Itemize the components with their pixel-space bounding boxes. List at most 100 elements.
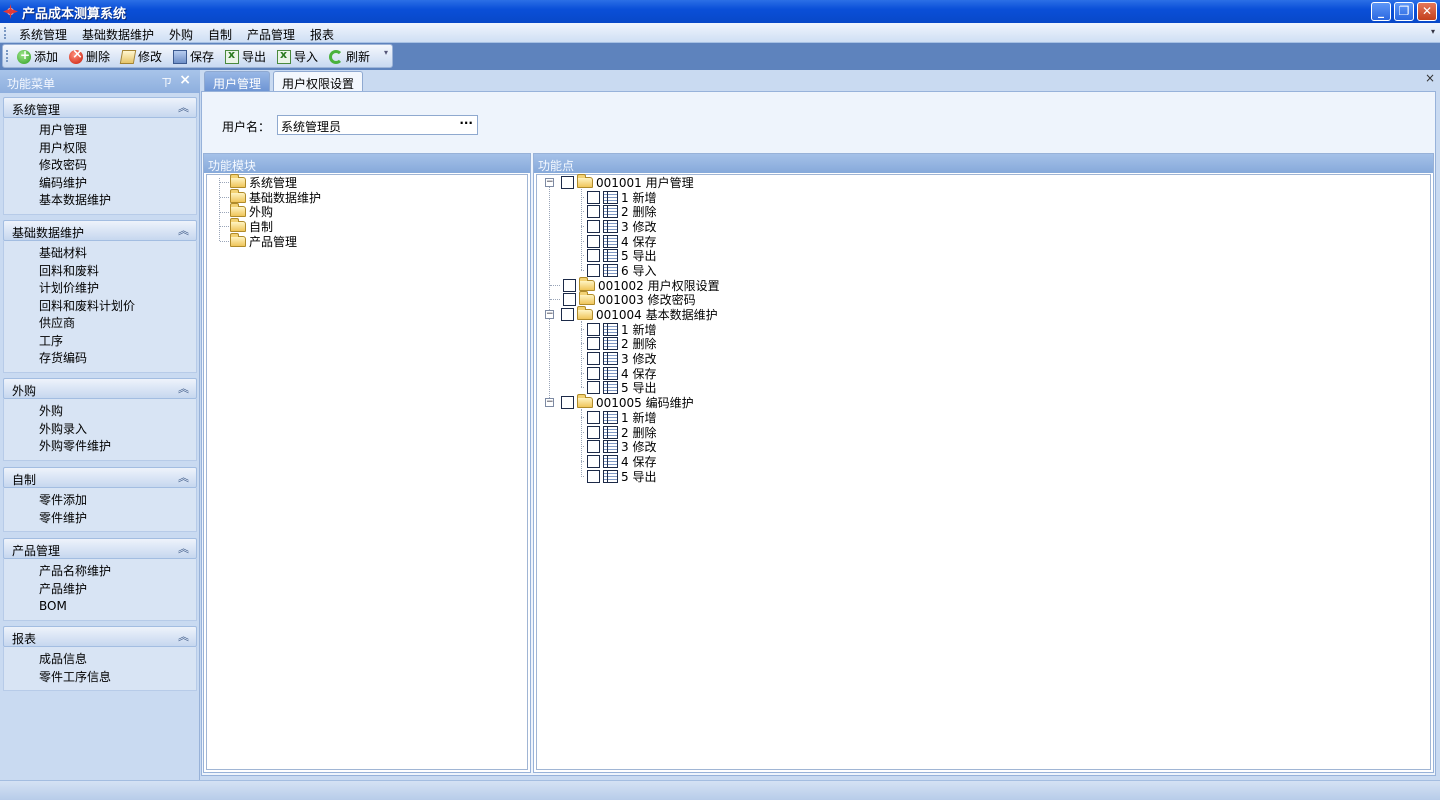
nav-item-basic-material[interactable]: 基础材料 [39,245,196,263]
collapse-tree-icon[interactable]: − [545,310,554,319]
form-icon [603,205,618,218]
function-checkbox[interactable] [587,440,600,453]
tab-user-permission-settings[interactable]: 用户权限设置 [273,71,364,91]
module-node[interactable]: 外购 [230,203,273,219]
collapse-tree-icon[interactable]: − [545,398,554,407]
import-label: 导入 [294,50,319,64]
delete-button[interactable]: 删除 [69,47,110,65]
menu-self-made[interactable]: 自制 [206,25,234,44]
collapse-icon[interactable]: ︽ [178,380,189,396]
nav-item-product-name[interactable]: 产品名称维护 [39,563,196,581]
function-child: 2 删除 [581,204,656,219]
close-button[interactable]: ✕ [1417,2,1437,21]
function-checkbox[interactable] [587,191,600,204]
nav-item-product-maintenance[interactable]: 产品维护 [39,581,196,599]
nav-item-change-password[interactable]: 修改密码 [39,157,196,175]
function-checkbox[interactable] [587,220,600,233]
module-node[interactable]: 系统管理 [230,174,297,190]
nav-item-user-management[interactable]: 用户管理 [39,122,196,140]
nav-item-plan-price[interactable]: 计划价维护 [39,280,196,298]
tab-user-management[interactable]: 用户管理 [204,71,271,91]
import-button[interactable]: 导入 [277,48,318,65]
functions-tree: − 001001 用户管理 1 新增 2 删除 3 修改 4 保存 5 导出 6… [536,174,1431,770]
add-button[interactable]: 添加 [17,48,58,65]
nav-group-header[interactable]: 基础数据维护 ︽ [3,220,197,241]
function-checkbox[interactable] [587,426,600,439]
edit-button[interactable]: 修改 [119,48,162,65]
menubar-overflow-icon[interactable]: ▾ [1431,27,1435,36]
function-checkbox[interactable] [587,411,600,424]
function-checkbox[interactable] [587,264,600,277]
menu-basic-data[interactable]: 基础数据维护 [80,25,156,44]
nav-item-supplier[interactable]: 供应商 [39,315,196,333]
export-excel-icon [225,48,239,64]
nav-item-basic-data-maintenance[interactable]: 基本数据维护 [39,192,196,210]
app-icon [3,4,18,19]
nav-item-purchase-parts[interactable]: 外购零件维护 [39,438,196,456]
collapse-icon[interactable]: ︽ [178,99,189,115]
function-checkbox[interactable] [587,367,600,380]
function-checkbox[interactable] [587,455,600,468]
panel-close-icon[interactable]: × [179,72,191,88]
nav-item-return-scrap-plan-price[interactable]: 回料和废料计划价 [39,298,196,316]
nav-item-return-scrap[interactable]: 回料和废料 [39,263,196,281]
refresh-button[interactable]: 刷新 [329,48,370,65]
nav-item-inventory-code[interactable]: 存货编码 [39,350,196,368]
refresh-icon [329,49,343,64]
nav-group-header[interactable]: 系统管理 ︽ [3,97,197,118]
menu-purchase[interactable]: 外购 [167,25,195,44]
pin-icon[interactable]: ㄗ [161,74,172,90]
minimize-button[interactable]: _ [1371,2,1391,21]
collapse-icon[interactable]: ︽ [178,628,189,644]
nav-item-purchase-entry[interactable]: 外购录入 [39,421,196,439]
nav-group-header[interactable]: 产品管理 ︽ [3,538,197,559]
nav-group-header[interactable]: 报表 ︽ [3,626,197,647]
function-checkbox[interactable] [561,176,574,189]
nav-item-bom[interactable]: BOM [39,598,196,616]
function-checkbox[interactable] [587,249,600,262]
toolbar-grip[interactable] [6,50,8,62]
nav-item-purchase[interactable]: 外购 [39,403,196,421]
function-checkbox[interactable] [587,337,600,350]
function-checkbox[interactable] [587,381,600,394]
function-checkbox[interactable] [587,235,600,248]
function-checkbox[interactable] [563,279,576,292]
folder-icon [577,394,593,408]
nav-item-part-process-info[interactable]: 零件工序信息 [39,669,196,687]
nav-item-part-maintenance[interactable]: 零件维护 [39,510,196,528]
restore-button[interactable]: ❐ [1394,2,1414,21]
username-field[interactable]: 系统管理员 ··· [277,115,478,135]
browse-button[interactable]: ··· [459,116,473,130]
nav-item-code-maintenance[interactable]: 编码维护 [39,175,196,193]
menu-system[interactable]: 系统管理 [17,25,69,44]
form-icon [603,220,618,233]
function-checkbox[interactable] [587,470,600,483]
function-checkbox[interactable] [561,308,574,321]
function-checkbox[interactable] [587,323,600,336]
menu-report[interactable]: 报表 [308,25,336,44]
nav-group-header[interactable]: 自制 ︽ [3,467,197,488]
folder-icon [230,174,246,188]
module-node[interactable]: 产品管理 [230,233,297,249]
save-button[interactable]: 保存 [173,48,214,65]
function-checkbox[interactable] [563,293,576,306]
module-node[interactable]: 基础数据维护 [230,189,321,205]
collapse-tree-icon[interactable]: − [545,178,554,187]
export-button[interactable]: 导出 [225,48,266,65]
collapse-icon[interactable]: ︽ [178,540,189,556]
function-checkbox[interactable] [587,352,600,365]
module-node[interactable]: 自制 [230,218,273,234]
nav-group-header[interactable]: 外购 ︽ [3,378,197,399]
menu-product[interactable]: 产品管理 [245,25,297,44]
collapse-icon[interactable]: ︽ [178,222,189,238]
function-checkbox[interactable] [587,205,600,218]
toolbar-overflow-icon[interactable]: ▾ [384,48,388,57]
close-tab-icon[interactable]: × [1425,71,1435,85]
nav-item-part-add[interactable]: 零件添加 [39,492,196,510]
function-label: 001004 基本数据维护 [596,308,718,322]
nav-item-process[interactable]: 工序 [39,333,196,351]
nav-item-finished-product-info[interactable]: 成品信息 [39,651,196,669]
function-checkbox[interactable] [561,396,574,409]
nav-item-user-permission[interactable]: 用户权限 [39,140,196,158]
collapse-icon[interactable]: ︽ [178,469,189,485]
